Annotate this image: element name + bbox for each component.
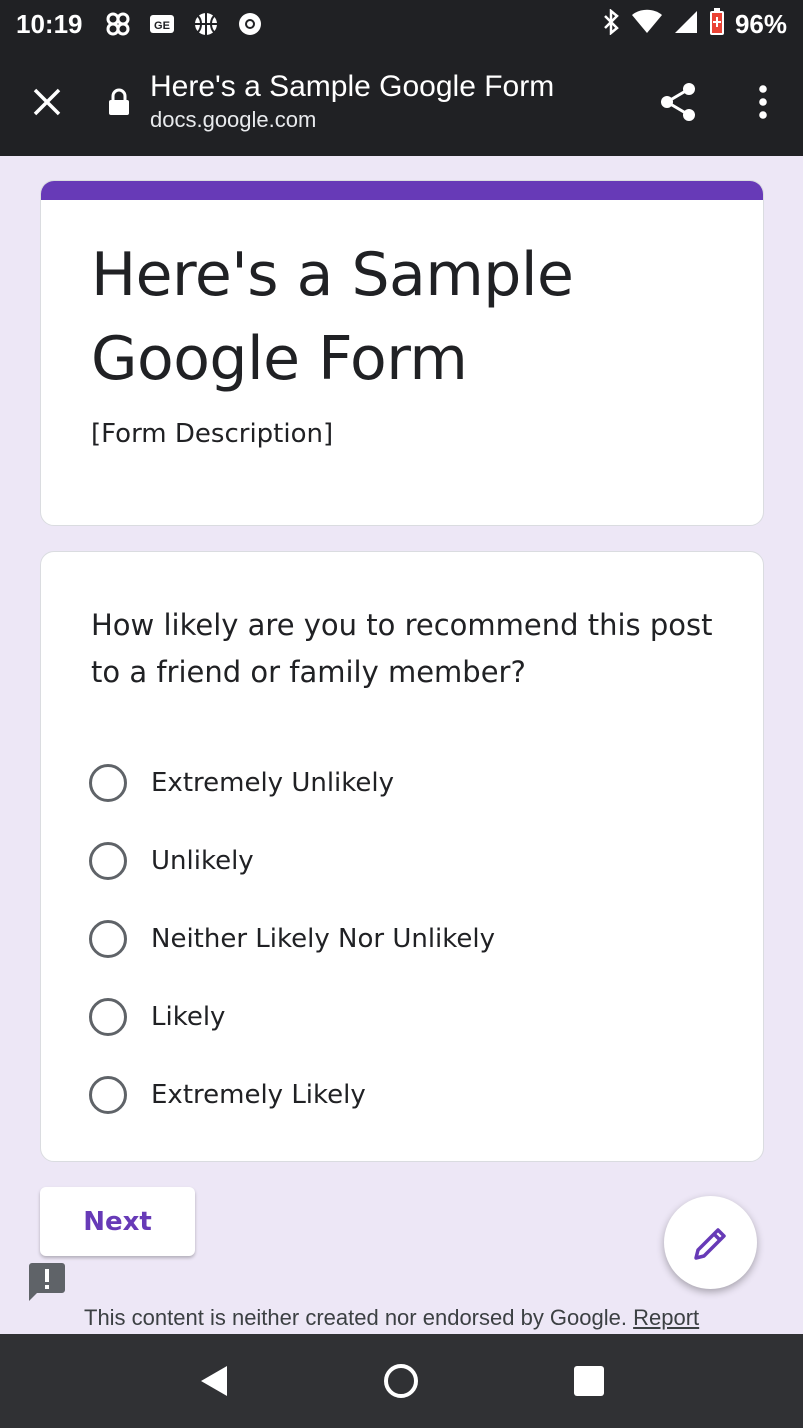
status-time: 10:19 bbox=[16, 8, 83, 39]
radio-button[interactable] bbox=[89, 842, 127, 880]
option-label: Extremely Likely bbox=[151, 1080, 366, 1110]
notification-icons: GE bbox=[105, 11, 263, 37]
back-button[interactable] bbox=[184, 1351, 244, 1411]
pinwheel-icon bbox=[105, 11, 131, 37]
radio-option-likely[interactable]: Likely bbox=[89, 978, 495, 1056]
radio-button[interactable] bbox=[89, 920, 127, 958]
home-circle-icon bbox=[384, 1364, 419, 1398]
question-card: How likely are you to recommend this pos… bbox=[40, 551, 764, 1162]
share-icon bbox=[661, 83, 695, 121]
radio-button[interactable] bbox=[89, 998, 127, 1036]
next-button[interactable]: Next bbox=[40, 1187, 195, 1256]
close-button[interactable] bbox=[0, 48, 94, 156]
radio-option-extremely-unlikely[interactable]: Extremely Unlikely bbox=[89, 744, 495, 822]
more-options-button[interactable] bbox=[723, 48, 803, 156]
more-vert-icon bbox=[759, 85, 767, 119]
option-label: Extremely Unlikely bbox=[151, 768, 395, 798]
report-abuse-button[interactable] bbox=[27, 1262, 67, 1302]
pencil-icon bbox=[693, 1227, 726, 1260]
option-label: Likely bbox=[151, 1002, 226, 1032]
status-bar: 10:19 GE 96% bbox=[0, 0, 803, 48]
disclaimer-text: This content is neither created nor endo… bbox=[84, 1305, 627, 1330]
basketball-icon bbox=[193, 11, 219, 37]
cell-signal-icon bbox=[673, 9, 699, 40]
close-icon bbox=[33, 88, 61, 116]
option-label: Neither Likely Nor Unlikely bbox=[151, 924, 496, 954]
system-icons: 96% bbox=[601, 7, 787, 41]
bluetooth-icon bbox=[601, 7, 621, 40]
battery-percent: 96% bbox=[734, 8, 787, 39]
page-title: Here's a Sample Google Form bbox=[150, 70, 555, 103]
form-header-card: Here's a Sample Google Form [Form Descri… bbox=[40, 180, 764, 526]
back-triangle-icon bbox=[200, 1366, 227, 1396]
share-button[interactable] bbox=[633, 48, 723, 156]
page-url: docs.google.com bbox=[150, 107, 317, 132]
lock-icon[interactable] bbox=[108, 88, 148, 116]
browser-toolbar: Here's a Sample Google Form docs.google.… bbox=[0, 48, 803, 156]
report-link[interactable]: Report bbox=[633, 1305, 699, 1330]
header-accent-bar bbox=[41, 181, 763, 200]
radio-button[interactable] bbox=[89, 1076, 127, 1114]
radio-option-unlikely[interactable]: Unlikely bbox=[89, 822, 495, 900]
chrome-icon bbox=[237, 11, 263, 37]
edit-fab-button[interactable] bbox=[664, 1196, 757, 1289]
radio-option-neither[interactable]: Neither Likely Nor Unlikely bbox=[89, 900, 495, 978]
form-title: Here's a Sample Google Form bbox=[91, 240, 574, 394]
page-info[interactable]: Here's a Sample Google Form docs.google.… bbox=[150, 69, 633, 135]
news-icon: GE bbox=[149, 11, 175, 37]
form-description: [Form Description] bbox=[91, 419, 334, 449]
option-label: Unlikely bbox=[151, 846, 254, 876]
battery-icon bbox=[709, 7, 725, 41]
recents-button[interactable] bbox=[559, 1351, 619, 1411]
radio-group: Extremely Unlikely Unlikely Neither Like… bbox=[89, 744, 495, 1134]
radio-option-extremely-likely[interactable]: Extremely Likely bbox=[89, 1056, 495, 1134]
svg-text:GE: GE bbox=[154, 20, 170, 32]
wifi-icon bbox=[631, 9, 663, 40]
home-button[interactable] bbox=[371, 1351, 431, 1411]
recents-square-icon bbox=[574, 1366, 605, 1396]
feedback-icon bbox=[29, 1263, 65, 1301]
question-text: How likely are you to recommend this pos… bbox=[91, 608, 713, 689]
footer-disclaimer: This content is neither created nor endo… bbox=[84, 1305, 699, 1331]
system-navigation-bar bbox=[0, 1334, 803, 1428]
radio-button[interactable] bbox=[89, 764, 127, 802]
